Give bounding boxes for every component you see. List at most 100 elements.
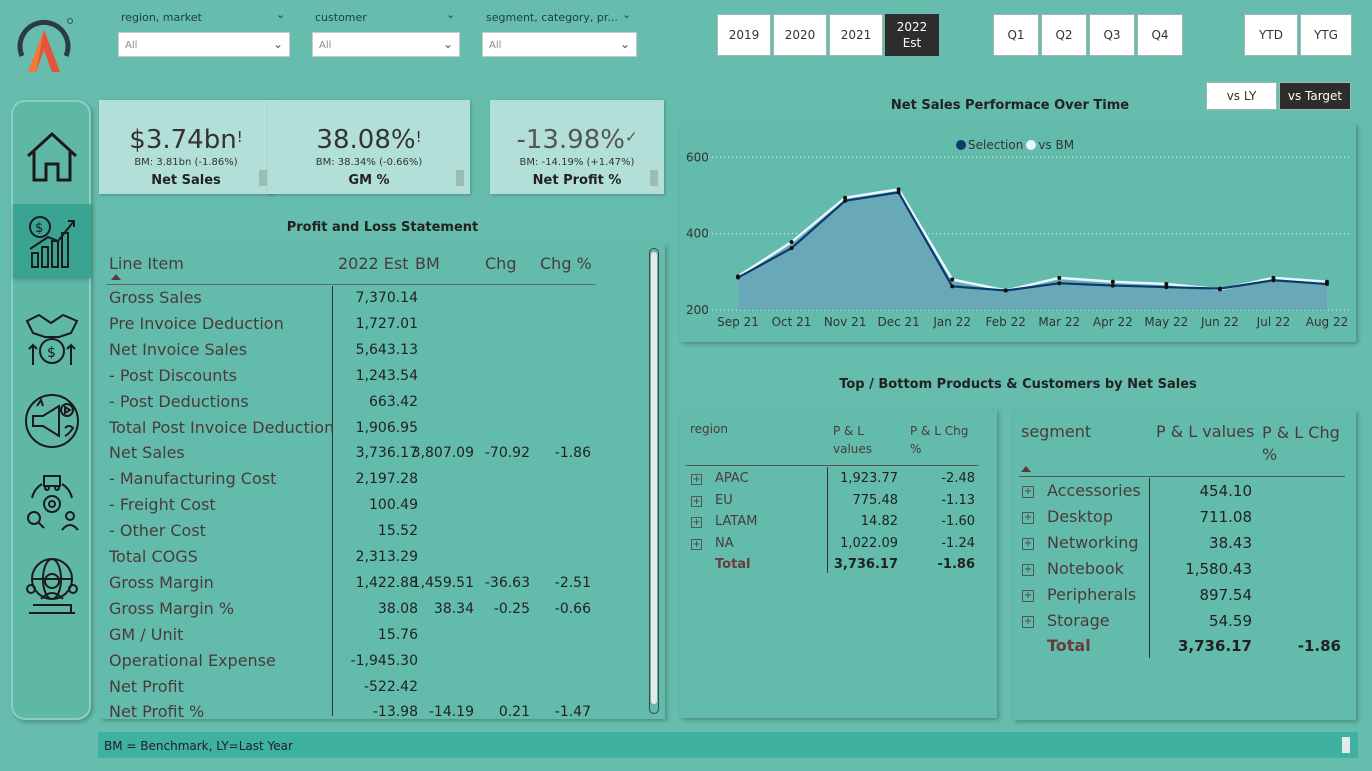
svg-text:$: $ — [47, 345, 56, 361]
segment-values-header[interactable]: P & L values — [1156, 422, 1254, 441]
pnl-row[interactable]: Total COGS 2,313.29 — [100, 547, 660, 573]
sort-ascending-icon[interactable] — [1021, 466, 1031, 472]
pnl-cell-pct: -1.86 — [554, 445, 591, 462]
expand-plus-icon[interactable]: + — [691, 474, 702, 485]
pnl-cell-est: -1,945.30 — [350, 652, 418, 669]
chevron-down-icon[interactable]: ⌄ — [276, 8, 285, 21]
data-point-bm — [950, 277, 955, 282]
region-values-header[interactable]: P & L values — [833, 422, 893, 458]
year-2019-button[interactable]: 2019 — [717, 14, 771, 56]
region-chg: -1.13 — [941, 492, 975, 508]
nav-supply-chain-view[interactable] — [13, 466, 91, 540]
pnl-row[interactable]: Gross Margin 1,422.88 1,459.51 -36.63 -2.51 — [100, 573, 660, 599]
region-chg: -2.48 — [941, 471, 975, 486]
segment-value: 54.59 — [1209, 611, 1252, 630]
pnl-row[interactable]: - Post Deductions 663.42 — [100, 392, 660, 418]
chevron-down-icon[interactable]: ⌄ — [622, 8, 631, 21]
pnl-row[interactable]: Total Post Invoice Deduction 1,906.95 — [100, 418, 660, 444]
expand-plus-icon[interactable]: + — [1022, 486, 1034, 498]
pnl-row[interactable]: Pre Invoice Deduction 1,727.01 — [100, 314, 660, 340]
pnl-row[interactable]: Net Sales 3,736.17 3,807.09 -70.92 -1.86 — [100, 443, 660, 469]
pnl-row[interactable]: - Post Discounts 1,243.54 — [100, 366, 660, 392]
pnl-row[interactable]: - Manufacturing Cost 2,197.28 — [100, 469, 660, 495]
col-header-bm[interactable]: BM — [415, 254, 440, 273]
region-chg-header[interactable]: P & L Chg % — [910, 422, 980, 458]
region-total-label: Total — [715, 557, 751, 572]
series-area — [738, 189, 1327, 310]
pnl-cell-est: 7,370.14 — [355, 290, 418, 306]
col-header-chg-pct[interactable]: Chg % — [540, 254, 592, 273]
segment-col-header[interactable]: segment — [1021, 422, 1091, 441]
pnl-row[interactable]: - Other Cost 15.52 — [100, 521, 660, 547]
year-2020-button[interactable]: 2020 — [773, 14, 827, 56]
pnl-line-item: - Manufacturing Cost — [109, 469, 277, 489]
kpi-net-sales-card[interactable]: $3.74bn! BM: 3.81bn (-1.86%) Net Sales — [99, 100, 273, 194]
pnl-cell-chg: -36.63 — [484, 574, 530, 591]
expand-plus-icon[interactable]: + — [691, 495, 702, 507]
chart-plot-area[interactable]: 200 400 600 Sep 21 Oct 21 Nov 21 Dec 21 Jan 22 F… — [680, 124, 1356, 342]
pnl-row[interactable]: - Freight Cost 100.49 — [100, 495, 660, 521]
segment-value: 897.54 — [1199, 585, 1253, 604]
x-tick-label: Jan 22 — [932, 315, 971, 329]
quarter-q3-button[interactable]: Q3 — [1089, 14, 1135, 56]
pnl-cell-chg: -0.25 — [493, 600, 530, 617]
year-2021-button[interactable]: 2021 — [829, 14, 883, 56]
kpi-tab-handle[interactable] — [650, 170, 658, 186]
finance-growth-icon: $ — [29, 216, 75, 268]
expand-plus-icon[interactable]: + — [1022, 615, 1034, 628]
pnl-row[interactable]: Net Invoice Sales 5,643.13 — [100, 340, 660, 366]
expand-plus-icon[interactable]: + — [691, 538, 702, 550]
col-header-2022-est[interactable]: 2022 Est — [338, 254, 409, 273]
pnl-row[interactable]: GM / Unit 15.76 — [100, 625, 660, 651]
pnl-cell-pct: -1.47 — [554, 704, 591, 719]
pnl-row[interactable]: Net Profit % -13.98 -14.19 0.21 -1.47 — [100, 702, 660, 719]
nav-executive-view[interactable] — [13, 548, 91, 622]
quarter-q4-button[interactable]: Q4 — [1137, 14, 1183, 56]
expand-plus-icon[interactable]: + — [1022, 511, 1034, 524]
vs-ly-button[interactable]: vs LY — [1206, 82, 1277, 110]
nav-marketing-view[interactable] — [13, 384, 91, 458]
quarter-q1-button[interactable]: Q1 — [993, 14, 1039, 56]
region-col-header[interactable]: region — [690, 422, 728, 436]
kpi-gm-percent-value: 38.08% — [316, 125, 416, 155]
expand-plus-icon[interactable]: + — [1022, 589, 1034, 602]
segment-chg-header[interactable]: P & L Chg % — [1262, 422, 1352, 466]
sort-ascending-icon[interactable] — [111, 274, 121, 280]
col-header-chg[interactable]: Chg — [485, 254, 516, 273]
year-2022-est-button[interactable]: 2022 Est — [885, 14, 939, 56]
quarter-q2-button[interactable]: Q2 — [1041, 14, 1087, 56]
col-header-line-item[interactable]: Line Item — [109, 254, 184, 273]
pnl-scroll-thumb[interactable] — [651, 252, 657, 704]
pnl-line-item: Total COGS — [109, 547, 198, 566]
kpi-net-sales-value: $3.74bn — [129, 125, 237, 155]
region-value: 1,022.09 — [840, 535, 898, 551]
ytg-button[interactable]: YTG — [1300, 14, 1352, 56]
region-value: 775.48 — [852, 492, 899, 508]
handshake-money-icon: $ — [25, 313, 79, 365]
expand-plus-icon[interactable]: + — [1022, 563, 1034, 576]
expand-plus-icon[interactable]: + — [691, 517, 702, 528]
pnl-row[interactable]: Operational Expense -1,945.30 — [100, 651, 660, 677]
nav-sales-view[interactable]: $ — [13, 302, 91, 376]
kpi-net-profit-benchmark: BM: -14.19% (+1.47%) — [519, 157, 635, 168]
kpi-tab-handle[interactable] — [259, 170, 267, 186]
footer-tab-handle[interactable] — [1342, 737, 1350, 753]
filter-region-dropdown[interactable]: All ⌄ — [118, 32, 290, 57]
nav-home[interactable] — [13, 120, 91, 194]
kpi-gm-percent-card[interactable]: 38.08%! BM: 38.34% (-0.66%) GM % — [268, 100, 470, 194]
vs-target-button[interactable]: vs Target — [1279, 82, 1351, 110]
pnl-row[interactable]: Net Profit -522.42 — [100, 677, 660, 703]
filter-customer-dropdown[interactable]: All ⌄ — [312, 32, 460, 57]
pnl-row[interactable]: Gross Margin % 38.08 38.34 -0.25 -0.66 — [100, 599, 660, 625]
nav-finance-view[interactable]: $ — [13, 204, 91, 278]
kpi-tab-handle[interactable] — [456, 170, 464, 186]
filter-segment-dropdown[interactable]: All ⌄ — [482, 32, 637, 57]
region-value: 1,923.77 — [840, 471, 898, 486]
ytd-button[interactable]: YTD — [1244, 14, 1298, 56]
kpi-net-profit-card[interactable]: -13.98%✓ BM: -14.19% (+1.47%) Net Profit… — [490, 100, 664, 194]
chevron-down-icon[interactable]: ⌄ — [446, 8, 455, 21]
region-value: 14.82 — [860, 514, 898, 529]
expand-plus-icon[interactable]: + — [1022, 537, 1034, 550]
pnl-row[interactable]: Gross Sales 7,370.14 — [100, 288, 660, 314]
company-logo — [17, 18, 73, 72]
